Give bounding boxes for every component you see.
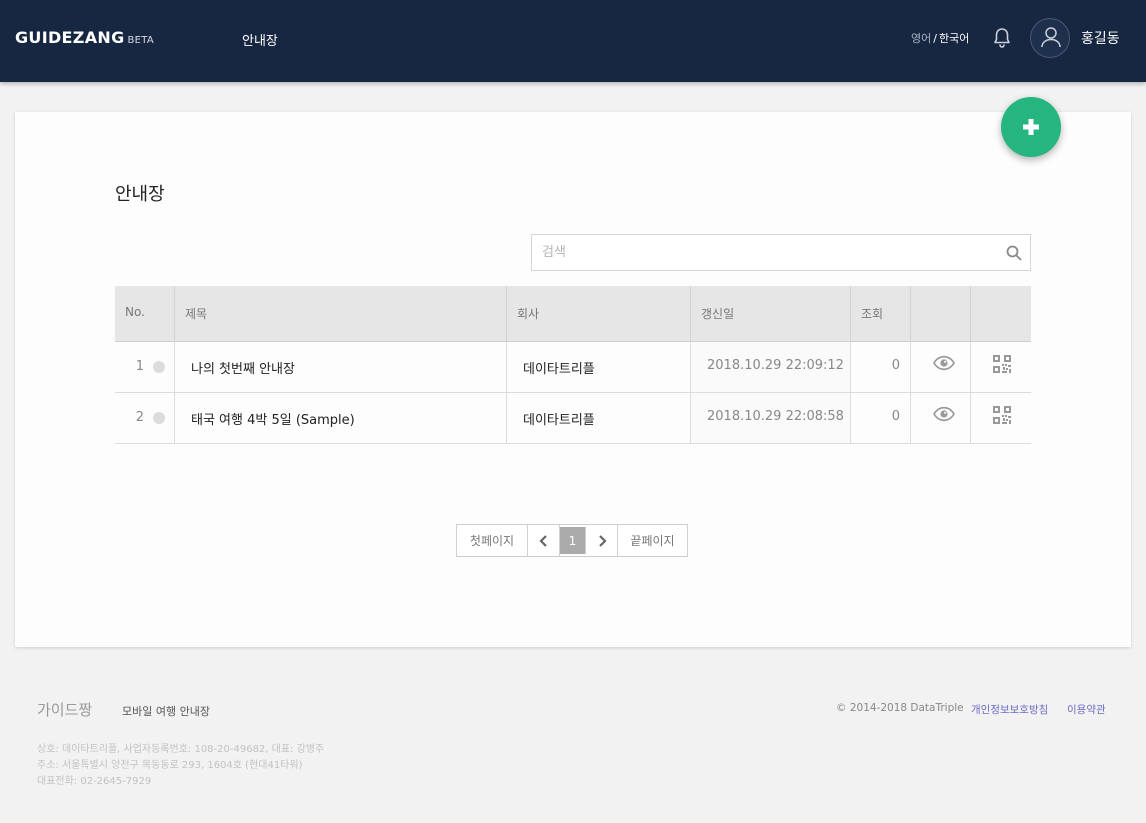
column-header-qr-action <box>971 286 1031 342</box>
add-guide-button[interactable] <box>1001 97 1061 157</box>
prev-page-button[interactable] <box>528 525 560 556</box>
username[interactable]: 홍길동 <box>1081 28 1120 48</box>
qr-code-icon <box>993 355 1011 373</box>
language-switcher: 영어 / 한국어 <box>911 30 969 46</box>
qr-code-button[interactable] <box>971 342 1031 392</box>
bell-icon[interactable] <box>990 26 1014 50</box>
chevron-left-icon <box>538 534 547 547</box>
page-title: 안내장 <box>115 184 165 205</box>
next-page-button[interactable] <box>586 525 618 556</box>
guide-title[interactable]: 태국 여행 4박 5일 (Sample) <box>175 393 507 443</box>
plus-icon <box>1023 119 1039 135</box>
nav-link-guides[interactable]: 안내장 <box>242 30 278 49</box>
column-header-no: No. <box>115 286 175 342</box>
column-header-title: 제목 <box>175 286 507 342</box>
beta-badge: BETA <box>127 35 155 46</box>
qr-code-button[interactable] <box>971 393 1031 443</box>
row-number: 1 <box>135 359 144 374</box>
avatar[interactable] <box>1030 18 1070 58</box>
first-page-button[interactable]: 첫페이지 <box>457 525 528 556</box>
lang-separator: / <box>933 32 937 45</box>
qr-code-icon <box>993 406 1011 424</box>
footer-business-info: 상호: 데이타트리플, 사업자등록번호: 108-20-49682, 대표: 강… <box>37 744 325 755</box>
chevron-right-icon <box>598 534 607 547</box>
view-count: 0 <box>851 342 911 392</box>
row-number: 2 <box>135 410 144 425</box>
preview-button[interactable] <box>911 393 971 443</box>
table-header: No. 제목 회사 갱신일 조회 <box>115 286 1031 342</box>
company-name: 데이타트리플 <box>507 342 691 392</box>
column-header-view-action <box>911 286 971 342</box>
top-navigation-bar: GUIDEZANG BETA 안내장 영어 / 한국어 홍길동 <box>0 0 1146 82</box>
lang-option-english[interactable]: 영어 <box>911 32 931 45</box>
footer-brand: 가이드짱 <box>37 701 93 719</box>
preview-button[interactable] <box>911 342 971 392</box>
user-icon <box>1041 27 1061 48</box>
logo-text: GUIDEZANG <box>15 28 125 47</box>
search-icon[interactable] <box>1006 245 1022 261</box>
row-number-cell: 2 <box>115 393 175 443</box>
search-box <box>531 234 1031 271</box>
status-dot <box>153 361 165 373</box>
logo[interactable]: GUIDEZANG BETA <box>15 28 154 47</box>
view-count: 0 <box>851 393 911 443</box>
updated-date: 2018.10.29 22:09:12 <box>691 342 851 392</box>
guides-table: No. 제목 회사 갱신일 조회 1 나의 첫번째 안내장 데이타트리플 201… <box>115 286 1031 444</box>
page-number-current[interactable]: 1 <box>560 527 586 554</box>
table-row[interactable]: 2 태국 여행 4박 5일 (Sample) 데이타트리플 2018.10.29… <box>115 393 1031 444</box>
footer-copyright: © 2014-2018 DataTriple <box>836 702 964 714</box>
last-page-button[interactable]: 끝페이지 <box>618 525 687 556</box>
pagination: 첫페이지 1 끝페이지 <box>456 524 688 557</box>
footer-tagline: 모바일 여행 안내장 <box>122 705 210 718</box>
eye-icon <box>933 406 955 422</box>
search-input[interactable] <box>532 235 1002 270</box>
column-header-updated: 갱신일 <box>691 286 851 342</box>
guide-title[interactable]: 나의 첫번째 안내장 <box>175 342 507 392</box>
footer-phone: 대표전화: 02-2645-7929 <box>37 776 152 787</box>
column-header-views: 조회 <box>851 286 911 342</box>
company-name: 데이타트리플 <box>507 393 691 443</box>
terms-of-use-link[interactable]: 이용약관 <box>1067 702 1106 717</box>
column-header-company: 회사 <box>507 286 691 342</box>
privacy-policy-link[interactable]: 개인정보보호방침 <box>971 702 1048 717</box>
lang-option-korean[interactable]: 한국어 <box>939 32 969 45</box>
status-dot <box>153 412 165 424</box>
footer-address: 주소: 서울특별시 양천구 목동동로 293, 1604호 (현대41타워) <box>37 760 303 771</box>
table-row[interactable]: 1 나의 첫번째 안내장 데이타트리플 2018.10.29 22:09:12 … <box>115 342 1031 393</box>
row-number-cell: 1 <box>115 342 175 392</box>
updated-date: 2018.10.29 22:08:58 <box>691 393 851 443</box>
eye-icon <box>933 355 955 371</box>
